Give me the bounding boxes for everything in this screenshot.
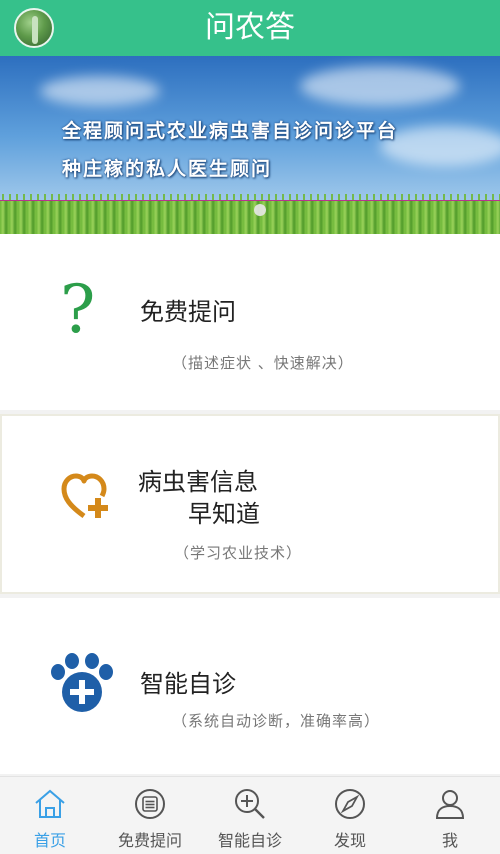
nav-label: 免费提问: [117, 831, 182, 850]
question-mark-icon: ?: [60, 271, 96, 348]
zoom-plus-icon: [235, 789, 265, 819]
bottom-navigation: 首页 免费提问 智能自诊 发现 我: [0, 776, 500, 854]
nav-item-free-question[interactable]: 免费提问: [100, 777, 200, 854]
grass-decoration: [0, 201, 500, 234]
card-title: 智能自诊: [140, 670, 236, 698]
nav-item-self-diagnosis[interactable]: 智能自诊: [200, 777, 300, 854]
card-title-line1: 病虫害信息: [138, 468, 258, 496]
nav-label: 智能自诊: [217, 831, 282, 850]
app-header: 问农答: [0, 0, 500, 56]
home-icon: [35, 789, 65, 818]
carousel-indicator-dot[interactable]: [254, 204, 266, 216]
banner-slogan-2: 种庄稼的私人医生顾问: [62, 158, 273, 180]
card-subtitle: （描述症状 、快速解决）: [172, 354, 354, 372]
card-subtitle: （学习农业技术）: [174, 544, 303, 562]
banner-slogan-1: 全程顾问式农业病虫害自诊问诊平台: [62, 120, 399, 142]
heart-plus-icon: [61, 473, 108, 519]
nav-item-me[interactable]: 我: [400, 777, 500, 854]
banner-carousel[interactable]: 全程顾问式农业病虫害自诊问诊平台 种庄稼的私人医生顾问: [0, 56, 500, 234]
cloud-decoration: [300, 66, 460, 106]
nav-item-discover[interactable]: 发现: [300, 777, 400, 854]
cloud-decoration: [40, 76, 160, 106]
nav-label: 我: [441, 831, 458, 850]
paw-plus-icon: [51, 653, 113, 712]
page-title: 问农答: [205, 10, 295, 45]
card-title-line2: 早知道: [188, 500, 260, 528]
compass-icon: [335, 789, 365, 819]
card-title: 免费提问: [140, 298, 236, 326]
chat-icon: [135, 789, 165, 819]
nav-label: 首页: [33, 831, 66, 850]
free-question-card[interactable]: ? 免费提问 （描述症状 、快速解决）: [0, 234, 500, 410]
pest-info-card[interactable]: 病虫害信息 早知道 （学习农业技术）: [0, 414, 500, 594]
user-icon: [435, 790, 465, 819]
nav-label: 发现: [333, 831, 366, 850]
card-subtitle: （系统自动诊断，准确率高）: [172, 712, 381, 730]
nav-item-home[interactable]: 首页: [0, 777, 100, 854]
self-diagnosis-card[interactable]: 智能自诊 （系统自动诊断，准确率高）: [0, 598, 500, 774]
